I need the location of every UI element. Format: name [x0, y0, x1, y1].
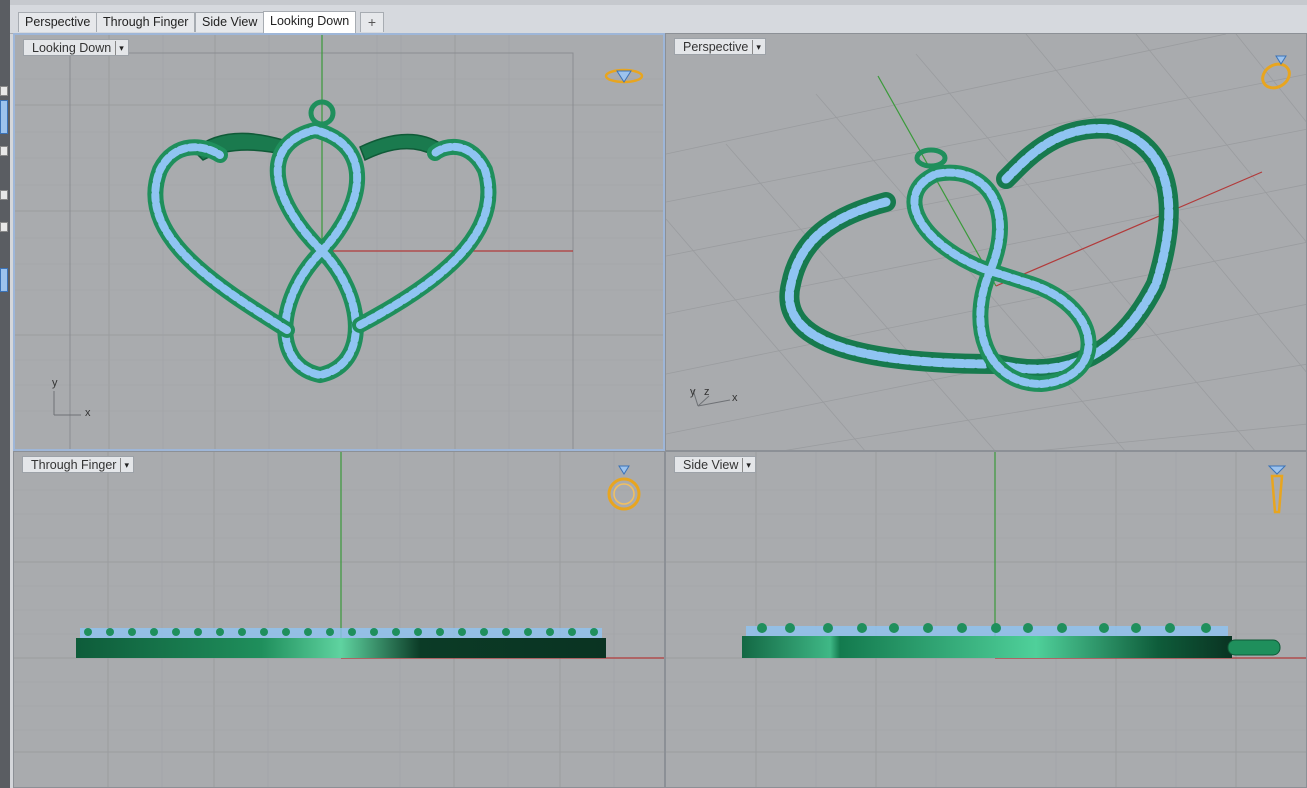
viewport-label-text: Looking Down — [32, 40, 112, 55]
chevron-down-icon[interactable]: ▾ — [752, 39, 761, 54]
tab-looking-down[interactable]: Looking Down — [263, 11, 357, 33]
tab-side-view[interactable]: Side View — [195, 12, 265, 32]
toolbar-button-active[interactable] — [0, 100, 8, 134]
viewport-looking-down-canvas[interactable] — [15, 35, 665, 451]
viewport-perspective[interactable]: Perspective ▾ y z x — [665, 33, 1307, 451]
chevron-down-icon[interactable]: ▾ — [120, 457, 129, 472]
toolbar-button[interactable] — [0, 222, 8, 232]
viewport-perspective-canvas[interactable] — [666, 34, 1307, 451]
toolbar-button[interactable] — [0, 190, 8, 200]
viewport-label-text: Perspective — [683, 39, 749, 54]
viewport-label-through-finger[interactable]: Through Finger ▾ — [22, 456, 134, 473]
viewport-tab-bar: Perspective Through Finger Side View Loo… — [10, 0, 1307, 34]
viewport-label-looking-down[interactable]: Looking Down ▾ — [23, 39, 129, 56]
left-toolbar-strip — [0, 0, 10, 788]
ring-side-icon — [1267, 465, 1287, 514]
axis-y-label: y — [690, 386, 696, 398]
toolbar-button-active[interactable] — [0, 268, 8, 292]
viewport-side-view-canvas[interactable] — [666, 452, 1307, 788]
axis-x-label: x — [732, 392, 738, 404]
viewport-label-perspective[interactable]: Perspective ▾ — [674, 38, 766, 55]
ring-perspective-icon — [1261, 55, 1291, 90]
tab-through-finger[interactable]: Through Finger — [96, 12, 196, 32]
tab-perspective[interactable]: Perspective — [18, 12, 98, 32]
viewport-label-side-view[interactable]: Side View ▾ — [674, 456, 756, 473]
viewport-through-finger[interactable]: Through Finger ▾ — [13, 451, 665, 788]
viewport-side-view[interactable]: Side View ▾ — [665, 451, 1307, 788]
ring-top-icon — [604, 68, 644, 84]
axis-y-label: y — [52, 377, 58, 389]
axis-z-label: z — [704, 386, 710, 398]
chevron-down-icon[interactable]: ▾ — [742, 457, 751, 472]
viewport-label-text: Through Finger — [31, 457, 117, 472]
viewport-looking-down[interactable]: Looking Down ▾ y x — [13, 33, 665, 451]
viewport-label-text: Side View — [683, 457, 739, 472]
toolbar-button[interactable] — [0, 146, 8, 156]
ring-front-icon — [607, 465, 641, 511]
chevron-down-icon[interactable]: ▾ — [115, 40, 124, 55]
axis-x-label: x — [85, 407, 91, 419]
viewport-through-finger-canvas[interactable] — [14, 452, 665, 788]
add-tab-button[interactable]: + — [360, 12, 384, 32]
toolbar-button[interactable] — [0, 86, 8, 96]
